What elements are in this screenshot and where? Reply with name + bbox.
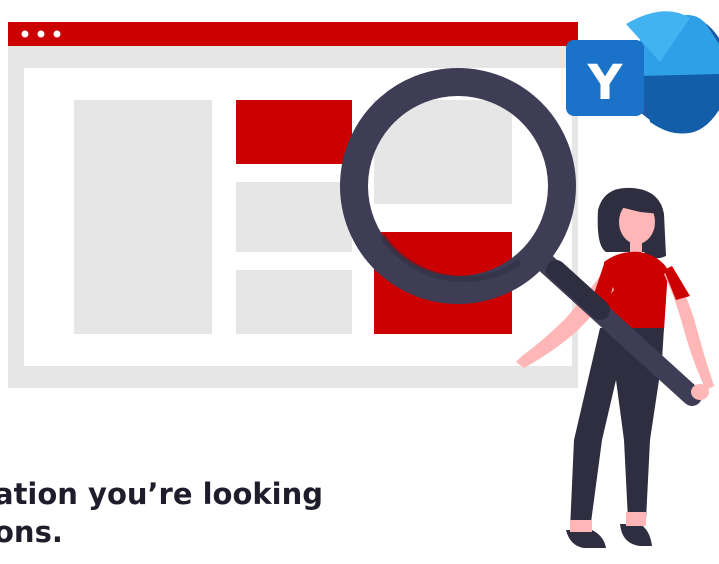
window-dot-icon xyxy=(21,30,29,38)
message-line-1: ation you’re looking xyxy=(0,477,324,511)
hand xyxy=(691,384,709,400)
message-line-2: ons. xyxy=(0,515,63,549)
window-dot-icon xyxy=(37,30,45,38)
logo-letter: Y xyxy=(587,55,624,111)
window-dot-icon xyxy=(53,30,61,38)
message-text: ation you’re looking ons. xyxy=(0,475,719,551)
yammer-logo-icon: Y xyxy=(566,11,719,134)
